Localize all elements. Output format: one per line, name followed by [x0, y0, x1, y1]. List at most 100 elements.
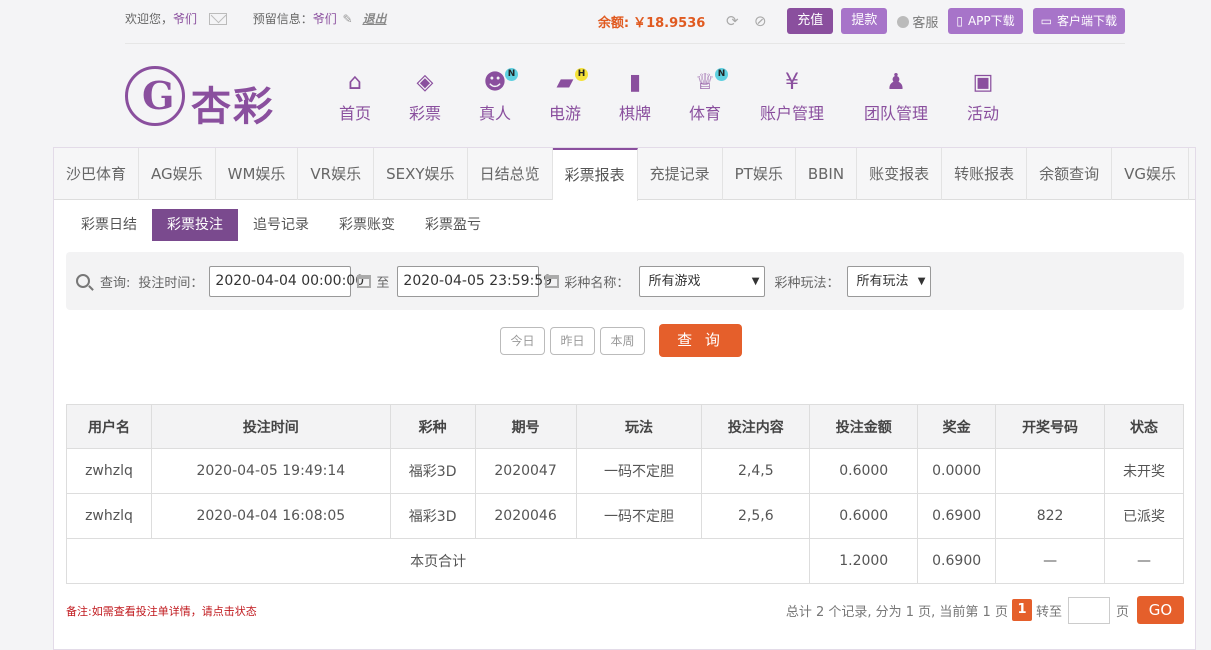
nav-team-label: 团队管理	[863, 104, 928, 123]
yesterday-button[interactable]: 昨日	[550, 327, 595, 355]
customer-service-link[interactable]: 客服	[897, 12, 938, 31]
nav-lottery-label: 彩票	[408, 104, 441, 123]
lottery-icon: ◈	[416, 70, 434, 95]
cell-bonus: 0.0000	[917, 448, 997, 494]
tab-account-change[interactable]: 账变报表	[857, 148, 943, 200]
monitor-icon: ▭	[1040, 14, 1052, 28]
to-label: 至	[376, 275, 390, 291]
nav-sports-label: 体育	[688, 104, 721, 123]
game-select[interactable]: 所有游戏 ▼	[639, 265, 766, 297]
bets-table: 用户名 投注时间 彩种 期号 玩法 投注内容 投注金额 奖金 开奖号码 状态 z…	[65, 404, 1184, 584]
tab-vr[interactable]: VR娱乐	[298, 148, 375, 200]
column-header: 投注金额	[809, 404, 919, 449]
total-dash: —	[1104, 538, 1184, 584]
query-label: 查询:	[100, 275, 131, 291]
balance-value: ￥18.9536	[633, 15, 706, 31]
calendar-icon[interactable]	[545, 274, 560, 288]
nav-sports[interactable]: ♕ N 体育	[686, 68, 728, 124]
recharge-button[interactable]: 充值	[787, 8, 834, 34]
yen-icon: ¥	[785, 70, 799, 95]
play-type-select[interactable]: 所有玩法 ▼	[847, 265, 932, 297]
top-bar: 欢迎您，爷们 预留信息：爷们 ✎ 退出 余额: ￥18.9536 ⟳ ⊘ 充值 …	[0, 0, 1211, 44]
subtab-bets[interactable]: 彩票投注	[152, 209, 238, 241]
edit-icon[interactable]: ✎	[343, 12, 353, 26]
column-header: 玩法	[575, 404, 703, 449]
nav-lottery[interactable]: ◈ 彩票	[406, 72, 444, 124]
go-button[interactable]: GO	[1137, 596, 1184, 624]
client-download-button[interactable]: ▭ 客户端下载	[1032, 8, 1125, 34]
column-header: 开奖号码	[995, 404, 1105, 449]
report-tabs: 沙巴体育 AG娱乐 WM娱乐 VR娱乐 SEXY娱乐 日结总览 彩票报表 充提记…	[54, 148, 1195, 201]
site-logo[interactable]: 杏彩	[125, 66, 275, 130]
nav-home[interactable]: ⌂ 首页	[336, 72, 374, 124]
logo-emblem-icon	[125, 66, 185, 126]
nav-live[interactable]: ☻ N 真人	[476, 68, 518, 124]
current-page-button[interactable]: 1	[1011, 599, 1032, 621]
user-info: 欢迎您，爷们 预留信息：爷们 ✎ 退出	[125, 10, 386, 27]
tab-ag[interactable]: AG娱乐	[139, 148, 216, 200]
status-link[interactable]: 未开奖	[1104, 448, 1184, 494]
calendar-icon[interactable]	[357, 274, 372, 288]
tab-sexy[interactable]: SEXY娱乐	[374, 148, 468, 200]
subtab-daily[interactable]: 彩票日结	[66, 209, 152, 241]
this-week-button[interactable]: 本周	[600, 327, 645, 355]
mail-icon[interactable]	[208, 13, 227, 25]
page-jump-input[interactable]	[1067, 596, 1110, 624]
username-link[interactable]: 爷们	[173, 12, 197, 26]
withdraw-button[interactable]: 提款	[841, 8, 888, 34]
tab-lottery-report[interactable]: 彩票报表	[552, 148, 638, 201]
end-time-input[interactable]: 2020-04-05 23:59:59	[397, 265, 552, 297]
cell-content: 2,5,6	[701, 493, 811, 539]
total-bonus: 0.6900	[917, 538, 997, 584]
cell-draw-number	[995, 448, 1105, 494]
status-link[interactable]: 已派奖	[1104, 493, 1184, 539]
refresh-icon[interactable]: ⟳	[723, 12, 741, 30]
nav-cards[interactable]: ▮ 棋牌	[616, 72, 654, 124]
top-bar-inner: 欢迎您，爷们 预留信息：爷们 ✎ 退出 余额: ￥18.9536 ⟳ ⊘ 充值 …	[125, 0, 1125, 44]
new-badge: N	[505, 68, 518, 81]
logout-link[interactable]: 退出	[362, 12, 386, 26]
trophy-icon: ♕ N	[692, 68, 728, 94]
tab-vg[interactable]: VG娱乐	[1112, 148, 1189, 200]
cell-issue: 2020047	[474, 448, 577, 494]
nav-activity[interactable]: ▣ 活动	[964, 72, 1002, 124]
tab-balance-query[interactable]: 余额查询	[1027, 148, 1113, 200]
tab-bbin[interactable]: BBIN	[796, 148, 858, 200]
cell-lottery: 福彩3D	[389, 493, 476, 539]
tab-transfer-report[interactable]: 转账报表	[942, 148, 1028, 200]
tab-wm[interactable]: WM娱乐	[216, 148, 299, 200]
hot-badge: H	[575, 68, 588, 81]
subtab-account-change[interactable]: 彩票账变	[324, 209, 410, 241]
reserved-info-label: 预留信息：	[252, 12, 313, 26]
subtab-chase[interactable]: 追号记录	[238, 209, 324, 241]
cell-bet-time: 2020-04-05 19:49:14	[150, 448, 391, 494]
column-header: 投注时间	[150, 404, 391, 449]
cell-lottery: 福彩3D	[389, 448, 476, 494]
cell-bet-time: 2020-04-04 16:08:05	[150, 493, 391, 539]
nav-account[interactable]: ¥ 账户管理	[758, 72, 826, 124]
today-button[interactable]: 今日	[500, 327, 545, 355]
nav-activity-label: 活动	[966, 104, 999, 123]
column-header: 投注内容	[701, 404, 811, 449]
gift-icon: ▣	[972, 70, 994, 95]
cell-issue: 2020046	[474, 493, 577, 539]
tab-daily-overview[interactable]: 日结总览	[468, 148, 553, 200]
nav-account-label: 账户管理	[759, 104, 824, 123]
hide-balance-icon[interactable]: ⊘	[751, 12, 769, 30]
start-time-input[interactable]: 2020-04-04 00:00:00	[209, 265, 364, 297]
total-amount: 1.2000	[809, 538, 919, 584]
nav-egame[interactable]: ▰ H 电游	[546, 68, 588, 124]
query-button[interactable]: 查 询	[659, 324, 742, 357]
report-panel: 沙巴体育 AG娱乐 WM娱乐 VR娱乐 SEXY娱乐 日结总览 彩票报表 充提记…	[53, 147, 1196, 650]
subtab-profit-loss[interactable]: 彩票盈亏	[410, 209, 496, 241]
pagination-summary: 总计 2 个记录, 分为 1 页, 当前第 1 页	[785, 604, 1008, 620]
nav-team[interactable]: ♟ 团队管理	[862, 72, 930, 124]
live-dealer-icon: ☻ N	[482, 68, 518, 94]
cell-content: 2,4,5	[701, 448, 811, 494]
chevron-down-icon: ▼	[917, 275, 926, 287]
tab-saba-sports[interactable]: 沙巴体育	[54, 148, 140, 200]
tab-pt[interactable]: PT娱乐	[723, 148, 796, 200]
tab-deposit-withdraw[interactable]: 充提记录	[638, 148, 723, 200]
home-icon: ⌂	[348, 70, 362, 95]
app-download-button[interactable]: ▯ APP下载	[948, 8, 1023, 34]
